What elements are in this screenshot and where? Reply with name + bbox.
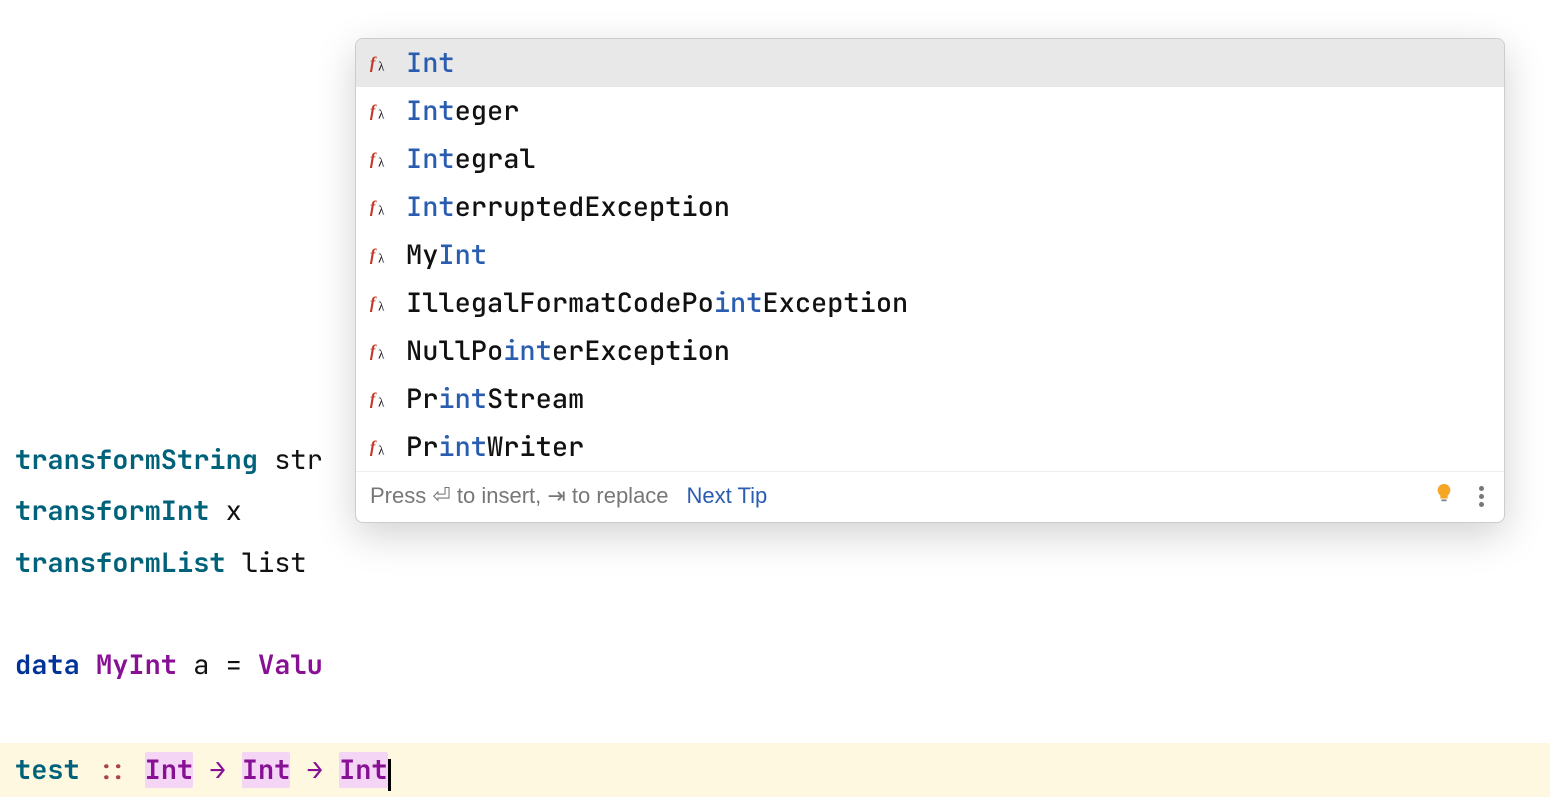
completion-item[interactable]: fλ Int: [356, 39, 1504, 87]
completion-item[interactable]: fλ PrintStream: [356, 375, 1504, 423]
lambda-function-icon: fλ: [368, 292, 392, 314]
next-tip-link[interactable]: Next Tip: [687, 483, 768, 509]
svg-text:f: f: [370, 198, 377, 217]
svg-text:f: f: [370, 438, 377, 457]
code-token: →: [307, 752, 323, 788]
svg-text:λ: λ: [378, 443, 385, 457]
completion-popup: fλIntfλIntegerfλIntegralfλInterruptedExc…: [355, 38, 1505, 523]
code-token: [193, 752, 209, 788]
svg-text:f: f: [370, 342, 377, 361]
svg-text:λ: λ: [378, 347, 385, 361]
code-token: transformInt: [15, 493, 209, 529]
completion-item[interactable]: fλ InterruptedException: [356, 183, 1504, 231]
completion-item[interactable]: fλ Integral: [356, 135, 1504, 183]
code-token: →: [209, 752, 225, 788]
light-bulb-icon[interactable]: [1433, 482, 1455, 510]
svg-text:λ: λ: [378, 155, 385, 169]
lambda-function-icon: fλ: [368, 148, 392, 170]
lambda-function-icon: fλ: [368, 196, 392, 218]
code-line[interactable]: data MyInt a = Valu: [15, 640, 1550, 691]
code-token: [290, 752, 306, 788]
code-token: Int: [242, 752, 291, 788]
completion-item-label: Int: [406, 45, 455, 81]
svg-text:λ: λ: [378, 59, 385, 73]
code-token: Int: [339, 752, 388, 788]
code-line[interactable]: [15, 589, 1550, 640]
completion-item-label: PrintStream: [406, 381, 584, 417]
code-token: [323, 752, 339, 788]
svg-text:λ: λ: [378, 107, 385, 121]
completion-item[interactable]: fλ IllegalFormatCodePointException: [356, 279, 1504, 327]
completion-footer: Press ⏎ to insert, ⇥ to replace Next Tip: [356, 471, 1504, 522]
code-token: str: [258, 442, 323, 478]
code-token: list: [226, 545, 307, 581]
code-token: x: [209, 493, 241, 529]
completion-item[interactable]: fλ MyInt: [356, 231, 1504, 279]
completion-item-label: MyInt: [406, 237, 487, 273]
completion-item-label: IllegalFormatCodePointException: [406, 285, 908, 321]
completion-hint: Press ⏎ to insert, ⇥ to replace: [370, 483, 669, 509]
code-token: Int: [145, 752, 194, 788]
lambda-function-icon: fλ: [368, 52, 392, 74]
code-token: MyInt: [96, 647, 177, 683]
completion-item[interactable]: fλ Integer: [356, 87, 1504, 135]
svg-text:f: f: [370, 150, 377, 169]
code-token: [128, 752, 144, 788]
text-caret: [388, 759, 391, 791]
completion-item-label: NullPointerException: [406, 333, 730, 369]
svg-text:f: f: [370, 294, 377, 313]
svg-text:f: f: [370, 102, 377, 121]
svg-text:f: f: [370, 246, 377, 265]
code-token: [242, 647, 258, 683]
svg-text:λ: λ: [378, 395, 385, 409]
lambda-function-icon: fλ: [368, 100, 392, 122]
code-token: transformList: [15, 545, 226, 581]
code-token: [80, 752, 96, 788]
code-token: [226, 752, 242, 788]
completion-item-label: Integer: [406, 93, 519, 129]
more-vertical-icon[interactable]: [1473, 484, 1490, 509]
completion-list[interactable]: fλIntfλIntegerfλIntegralfλInterruptedExc…: [356, 39, 1504, 471]
completion-item[interactable]: fλ PrintWriter: [356, 423, 1504, 471]
code-token: [80, 647, 96, 683]
completion-item-label: InterruptedException: [406, 189, 730, 225]
code-line[interactable]: transformList list: [15, 538, 1550, 589]
lambda-function-icon: fλ: [368, 340, 392, 362]
completion-item[interactable]: fλ NullPointerException: [356, 327, 1504, 375]
svg-text:λ: λ: [378, 251, 385, 265]
svg-text:λ: λ: [378, 203, 385, 217]
code-line[interactable]: test :: Int → Int → Int: [0, 743, 1550, 797]
code-token: =: [226, 647, 242, 683]
code-token: data: [15, 647, 80, 683]
lambda-function-icon: fλ: [368, 436, 392, 458]
code-token: test: [15, 752, 80, 788]
lambda-function-icon: fλ: [368, 388, 392, 410]
svg-text:f: f: [370, 54, 377, 73]
code-token: ::: [96, 752, 128, 788]
code-token: Valu: [258, 647, 323, 683]
svg-text:λ: λ: [378, 299, 385, 313]
completion-item-label: Integral: [406, 141, 536, 177]
code-token: transformString: [15, 442, 258, 478]
svg-text:f: f: [370, 390, 377, 409]
code-token: a: [177, 647, 226, 683]
completion-item-label: PrintWriter: [406, 429, 584, 465]
code-line[interactable]: [15, 692, 1550, 743]
lambda-function-icon: fλ: [368, 244, 392, 266]
